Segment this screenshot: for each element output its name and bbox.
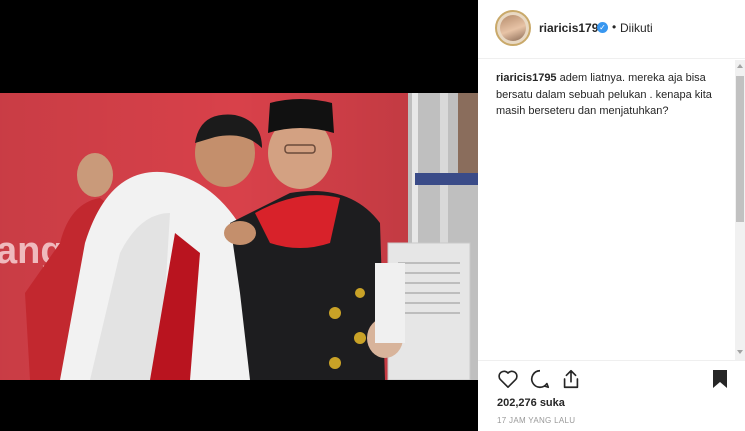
post-detail-panel: riaricis1795 ✓ • Diikuti riaricis1795 ad… [478, 0, 745, 431]
likes-count[interactable]: 202,276 suka [497, 397, 565, 409]
share-button[interactable] [558, 366, 584, 392]
post-caption: riaricis1795 adem liatnya. mereka aja bi… [496, 70, 721, 120]
comment-button[interactable] [527, 366, 553, 392]
post-media[interactable]: ang [0, 0, 478, 431]
action-bar [478, 366, 745, 394]
post-header: riaricis1795 ✓ • Diikuti [478, 0, 745, 59]
caption-username-link[interactable]: riaricis1795 [496, 72, 557, 84]
post-photo[interactable]: ang [0, 93, 478, 380]
follow-status-button[interactable]: Diikuti [620, 21, 653, 35]
share-icon [563, 369, 579, 389]
like-button[interactable] [495, 366, 521, 392]
bookmark-icon [713, 370, 727, 388]
heart-icon [498, 370, 518, 388]
scroll-down-icon[interactable] [737, 350, 743, 354]
verified-badge-icon: ✓ [597, 22, 608, 33]
photo-illustration: ang [0, 93, 478, 380]
post-timestamp[interactable]: 17 JAM YANG LALU [497, 416, 575, 425]
separator-dot: • [612, 20, 617, 34]
avatar[interactable] [495, 10, 531, 46]
actions-divider [478, 360, 745, 361]
comments-scrollbar[interactable] [735, 60, 745, 360]
comment-icon [530, 369, 550, 389]
scrollbar-thumb[interactable] [736, 76, 744, 222]
username-link[interactable]: riaricis1795 [539, 21, 605, 35]
scroll-up-icon[interactable] [737, 64, 743, 68]
save-button[interactable] [707, 366, 733, 392]
